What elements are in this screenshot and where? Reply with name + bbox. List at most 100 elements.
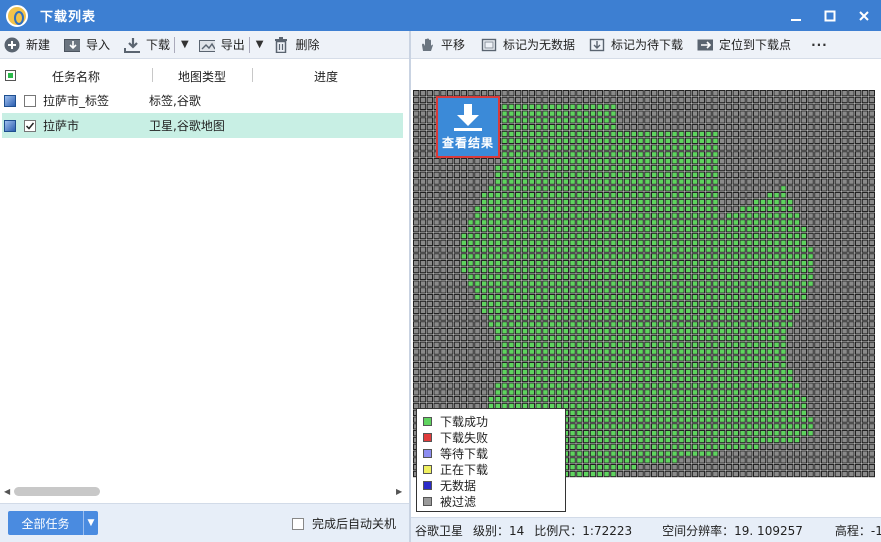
minimize-button[interactable] (779, 0, 813, 31)
export-dropdown[interactable]: ▼ (252, 31, 264, 59)
mark-nodata-button[interactable]: 标记为无数据 (481, 31, 575, 59)
map-tile (773, 457, 780, 464)
map-tile (691, 192, 699, 199)
map-tile (705, 321, 712, 328)
scroll-left-icon[interactable]: ◀ (4, 487, 12, 496)
maximize-button[interactable] (813, 0, 847, 31)
map-tile (637, 334, 644, 342)
auto-shutdown-option[interactable]: 完成后自动关机 (292, 515, 396, 532)
map-tile (793, 470, 801, 478)
map-tile (426, 355, 434, 362)
map-tile (821, 103, 828, 111)
map-tile (685, 192, 692, 199)
map-tile (603, 436, 610, 444)
task-list-hscrollbar[interactable]: ◀ ▶ (4, 485, 404, 497)
map-tile (671, 117, 678, 124)
map-tile (440, 382, 447, 389)
map-tile (555, 185, 563, 192)
map-tile (746, 457, 753, 464)
map-tile (603, 90, 610, 97)
task-checkbox[interactable] (24, 94, 36, 107)
map-tile (535, 239, 542, 247)
map-tile (603, 334, 610, 342)
column-header-map-type[interactable]: 地图类型 (178, 68, 226, 85)
map-tile (766, 239, 774, 247)
delete-button[interactable]: 删除 (273, 31, 319, 59)
export-button[interactable]: 导出 (198, 31, 245, 59)
map-tile (719, 192, 726, 199)
scroll-right-icon[interactable]: ▶ (396, 487, 404, 496)
column-separator[interactable] (152, 68, 153, 82)
map-tile (732, 287, 740, 294)
map-tile (780, 226, 787, 233)
map-tile (841, 341, 848, 349)
map-tile (759, 287, 767, 294)
map-tile (508, 151, 515, 158)
scroll-track[interactable] (12, 486, 396, 496)
map-tile (651, 198, 658, 206)
map-tile (868, 96, 876, 104)
chevron-down-icon[interactable]: ▼ (82, 511, 98, 535)
map-tile (664, 130, 672, 138)
map-tile (508, 198, 515, 206)
map-tile (549, 355, 556, 362)
map-tile (664, 96, 672, 104)
auto-shutdown-checkbox[interactable] (292, 517, 304, 530)
map-tile (773, 314, 780, 321)
map-tile (603, 273, 610, 281)
map-tile (848, 348, 855, 355)
download-dropdown[interactable]: ▼ (177, 31, 189, 59)
map-tile (787, 96, 794, 104)
map-tile (596, 144, 604, 151)
map-tile (705, 151, 712, 158)
map-tile (569, 430, 576, 437)
task-row[interactable]: 拉萨市_标签 标签,谷歌 (0, 88, 409, 113)
map-tile (569, 423, 576, 430)
map-tile (759, 164, 767, 172)
map-tile (671, 185, 678, 192)
map-tile (651, 280, 658, 287)
map-tile (685, 450, 692, 457)
map-tile (841, 205, 848, 212)
select-all-checkbox[interactable] (5, 69, 16, 81)
map-tile (447, 307, 454, 315)
map-tile (787, 382, 794, 389)
close-button[interactable] (847, 0, 881, 31)
view-result-button[interactable]: 查看结果 (436, 96, 500, 158)
column-header-progress[interactable]: 进度 (314, 68, 338, 85)
map-tile (855, 402, 862, 410)
pan-button[interactable]: 平移 (419, 31, 465, 59)
map-tile (630, 246, 638, 253)
column-separator[interactable] (252, 68, 253, 82)
map-tile (453, 368, 461, 376)
map-tile (610, 430, 617, 437)
new-button[interactable]: 新建 (4, 31, 50, 59)
task-row-selected[interactable]: 拉萨市 卫星,谷歌地图 (2, 113, 403, 138)
map-tile (719, 355, 726, 362)
all-tasks-button[interactable]: 全部任务 ▼ (8, 511, 98, 535)
task-checkbox-checked[interactable] (24, 119, 36, 132)
map-tile (508, 103, 515, 111)
map-tile (453, 198, 461, 206)
map-tile (433, 314, 440, 321)
more-options-button[interactable]: ··· (811, 38, 828, 52)
map-tile (576, 158, 583, 165)
map-tile (651, 334, 658, 342)
map-tile (644, 300, 651, 308)
map-tile (596, 307, 604, 315)
map-tile (610, 294, 617, 301)
map-tile (644, 246, 651, 253)
map-tile (834, 294, 842, 301)
scroll-thumb[interactable] (14, 486, 100, 496)
map-tile (691, 341, 699, 349)
map-tile (501, 396, 508, 403)
download-button[interactable]: 下载 (124, 31, 170, 59)
map-tile (855, 124, 862, 131)
mark-pending-button[interactable]: 标记为待下载 (589, 31, 683, 59)
map-tile (630, 137, 638, 144)
map-tile (637, 253, 644, 260)
column-header-task-name[interactable]: 任务名称 (52, 68, 100, 85)
import-button[interactable]: 导入 (64, 31, 110, 59)
locate-button[interactable]: 定位到下载点 (697, 31, 791, 59)
map-tile (698, 260, 706, 267)
